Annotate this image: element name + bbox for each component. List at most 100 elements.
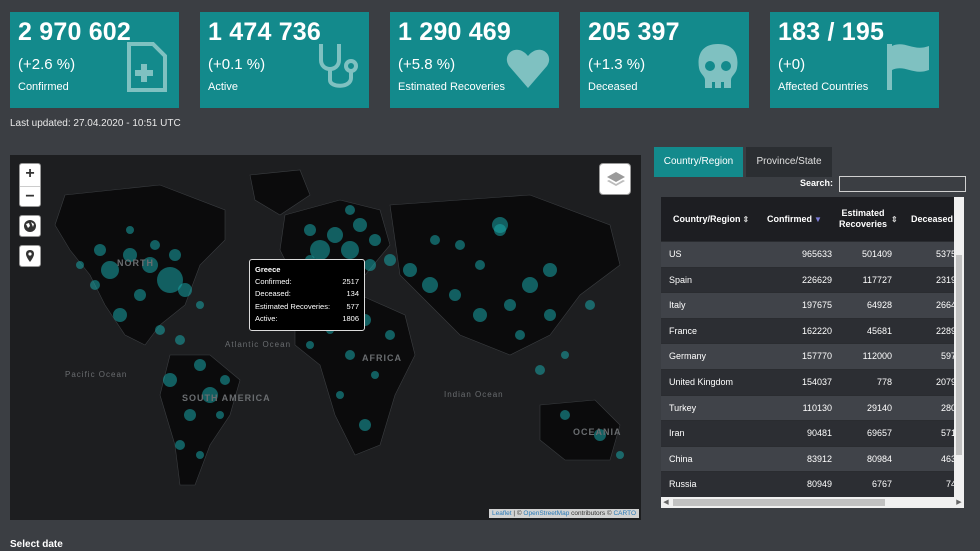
cell-country: Russia [669, 479, 697, 490]
cell-recoveries: 64928 [866, 300, 892, 311]
zoom-in-button[interactable]: + [20, 164, 40, 186]
cell-deceased: 571 [940, 428, 956, 439]
cell-recoveries: 80984 [866, 453, 892, 464]
confirmed-value: 2 970 602 [18, 18, 132, 46]
label-south-america: SOUTH AMERICA [182, 393, 271, 403]
cell-country: Turkey [669, 402, 697, 413]
table-row[interactable]: Russia 80949 6767 74 [661, 471, 964, 497]
cell-deceased: 74 [945, 479, 956, 490]
active-change: (+0.1 %) [208, 56, 266, 73]
carto-link[interactable]: CARTO [613, 510, 636, 517]
search-label: Search: [800, 178, 834, 188]
globe-icon [24, 220, 36, 232]
reset-view-button[interactable] [19, 215, 41, 237]
cell-country: Germany [669, 351, 707, 362]
country-tooltip: Greece Confirmed: 2517 Deceased: 134 Estim… [249, 259, 365, 331]
deceased-label: Deceased [588, 81, 638, 93]
tab-province-state[interactable]: Province/State [746, 147, 832, 177]
cell-recoveries: 117727 [862, 274, 892, 285]
cell-country: US [669, 249, 682, 259]
recoveries-value: 1 290 469 [398, 18, 512, 46]
world-map[interactable]: NORTH Atlantic Ocean Pacific Ocean AFRIC… [10, 155, 641, 520]
tab-country-region[interactable]: Country/Region [654, 147, 743, 177]
countries-value: 183 / 195 [778, 18, 885, 46]
cell-deceased: 5375 [935, 249, 956, 259]
scroll-right-icon[interactable]: ▶ [954, 497, 964, 508]
countries-change: (+0) [778, 56, 806, 73]
scroll-left-icon[interactable]: ◀ [661, 497, 671, 508]
stethoscope-icon [319, 44, 358, 88]
tooltip-title: Greece [255, 265, 281, 274]
medical-file-icon [127, 42, 167, 92]
cell-deceased: 463 [940, 453, 956, 464]
tooltip-row: Estimated Recoveries: 577 [255, 301, 359, 311]
cell-confirmed: 83912 [806, 453, 832, 464]
cell-recoveries: 112000 [862, 351, 892, 362]
cell-country: Italy [669, 300, 686, 311]
cell-confirmed: 110130 [802, 402, 832, 413]
deceased-card: 205 397 (+1.3 %) Deceased [580, 12, 749, 108]
table-horizontal-scrollbar[interactable]: ◀ ▶ [661, 497, 964, 508]
cell-deceased: 2319 [935, 274, 956, 285]
table-row[interactable]: Germany 157770 112000 597 [661, 343, 964, 369]
cell-recoveries: 29140 [866, 402, 892, 413]
table-header: Country/Region ⇕ Confirmed ▼ Estimated Rec… [661, 197, 964, 241]
layers-button[interactable] [599, 163, 631, 195]
active-value: 1 474 736 [208, 18, 322, 46]
table-row[interactable]: Iran 90481 69657 571 [661, 420, 964, 446]
tooltip-row: Deceased: 134 [255, 289, 359, 299]
label-pacific: Pacific Ocean [65, 370, 128, 379]
label-north-america: NORTH [117, 258, 154, 268]
header-confirmed[interactable]: Confirmed ▼ [767, 197, 833, 241]
cell-confirmed: 162220 [801, 325, 832, 336]
last-updated: Last updated: 27.04.2020 - 10:51 UTC [10, 118, 181, 129]
cell-deceased: 597 [940, 351, 956, 362]
zoom-control: + − [19, 163, 41, 207]
deceased-change: (+1.3 %) [588, 56, 646, 73]
sort-icon: ⇕ [742, 214, 750, 224]
countries-card: 183 / 195 (+0) Affected Countries [770, 12, 939, 108]
table-row[interactable]: Spain 226629 117727 2319 [661, 266, 964, 293]
label-africa: AFRICA [362, 353, 402, 363]
label-oceania: OCEANIA [573, 427, 622, 437]
confirmed-card: 2 970 602 (+2.6 %) Confirmed [10, 12, 179, 108]
table-row[interactable]: Turkey 110130 29140 280 [661, 394, 964, 421]
table-row[interactable]: France 162220 45681 2289 [661, 317, 964, 344]
cell-recoveries: 45681 [866, 325, 892, 336]
sort-icon: ⇕ [891, 214, 898, 224]
heart-icon [506, 49, 550, 88]
tooltip-row: Confirmed: 2517 [255, 277, 359, 287]
scroll-thumb[interactable] [673, 499, 885, 506]
cell-confirmed: 226629 [801, 274, 832, 285]
cell-recoveries: 778 [876, 377, 892, 387]
table-vertical-scrollbar[interactable] [954, 197, 964, 497]
active-card: 1 474 736 (+0.1 %) Active [200, 12, 369, 108]
zoom-out-button[interactable]: − [20, 186, 40, 208]
locate-button[interactable] [19, 245, 41, 267]
leaflet-link[interactable]: Leaflet [492, 510, 512, 517]
table-row[interactable]: United Kingdom 154037 778 2079 [661, 369, 964, 395]
stat-cards: 2 970 602 (+2.6 %) Confirmed 1 474 736 (… [10, 12, 940, 108]
map-pin-icon [26, 250, 34, 262]
cell-confirmed: 90481 [806, 428, 832, 439]
cell-recoveries: 6767 [871, 479, 892, 490]
skull-icon [698, 44, 738, 88]
osm-link[interactable]: OpenStreetMap [523, 510, 569, 517]
table-row[interactable]: China 83912 80984 463 [661, 445, 964, 472]
map-canvas[interactable] [10, 155, 641, 520]
confirmed-change: (+2.6 %) [18, 56, 76, 73]
table-row[interactable]: Italy 197675 64928 2664 [661, 292, 964, 318]
cell-country: Spain [669, 274, 693, 285]
cell-confirmed: 154037 [801, 377, 832, 387]
search-input[interactable] [839, 176, 966, 192]
scroll-thumb[interactable] [956, 255, 962, 455]
countries-label: Affected Countries [778, 81, 869, 93]
search-box: Search: [800, 176, 966, 192]
table-row[interactable]: US 965633 501409 5375 [661, 241, 964, 267]
header-recoveries[interactable]: Estimated Recoveries ⇕ [837, 197, 899, 241]
tooltip-row: Active: 1806 [255, 313, 359, 323]
flag-icon [887, 44, 929, 90]
cell-deceased: 2664 [935, 300, 956, 311]
label-atlantic: Atlantic Ocean [225, 340, 292, 349]
header-country[interactable]: Country/Region ⇕ [673, 197, 759, 241]
